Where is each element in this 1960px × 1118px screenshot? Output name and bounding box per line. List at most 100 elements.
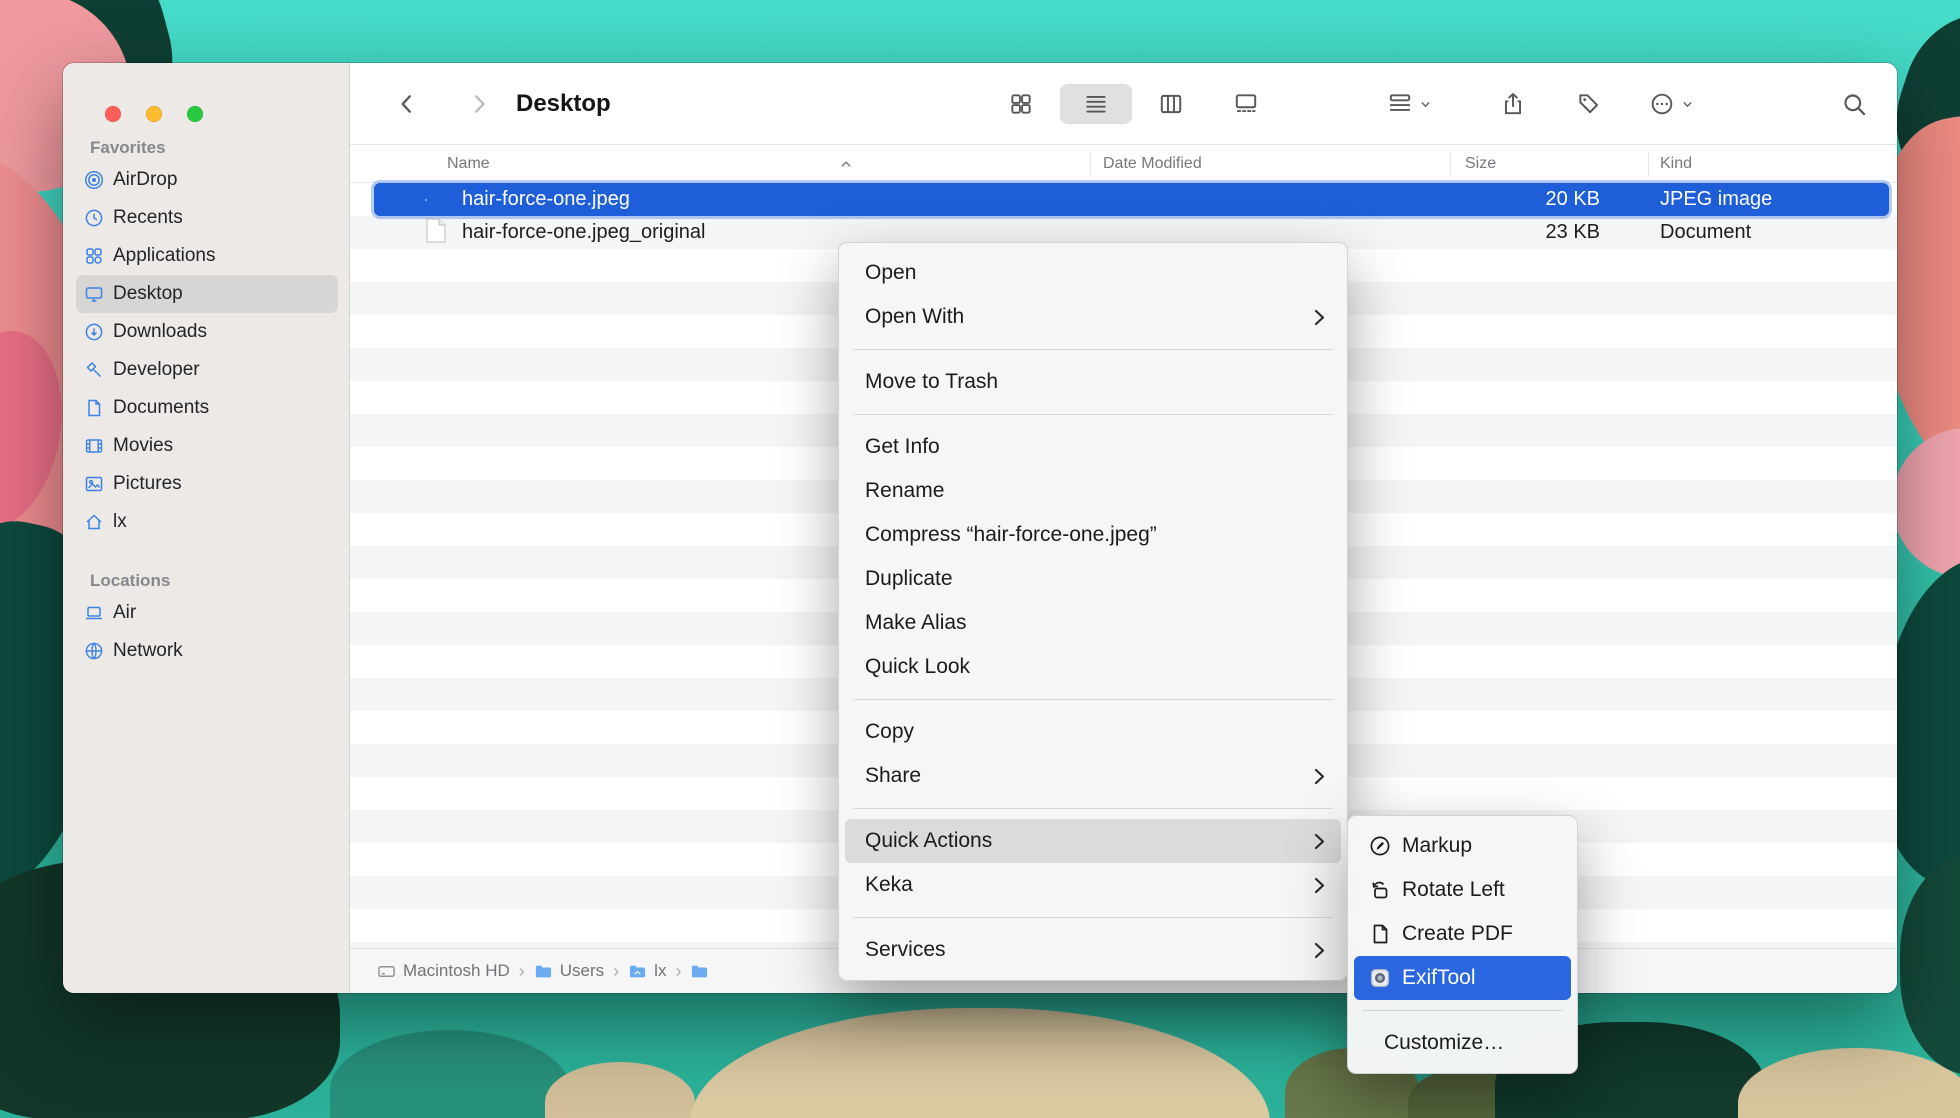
desktop-icon bbox=[83, 283, 105, 305]
quick-actions-submenu: Markup Rotate Left Create PDF ExifTool C… bbox=[1347, 815, 1578, 1074]
minimize-window-button[interactable] bbox=[146, 106, 162, 122]
search-icon[interactable] bbox=[1834, 84, 1874, 124]
sidebar-item-home[interactable]: lx bbox=[76, 503, 338, 541]
breadcrumb-label: Macintosh HD bbox=[403, 961, 510, 981]
menu-item-label: Services bbox=[865, 938, 1314, 962]
more-options-button[interactable] bbox=[1642, 84, 1700, 124]
file-row-selected[interactable]: hair-force-one.jpeg 20 KB JPEG image bbox=[374, 183, 1889, 216]
sidebar-item-network[interactable]: Network bbox=[76, 632, 338, 670]
menu-item-label: Rotate Left bbox=[1402, 878, 1561, 902]
sidebar-item-air[interactable]: Air bbox=[76, 594, 338, 632]
folder-icon bbox=[690, 962, 709, 981]
sidebar-item-label: lx bbox=[113, 511, 127, 533]
exiftool-app-icon bbox=[1368, 966, 1392, 990]
sidebar-item-documents[interactable]: Documents bbox=[76, 389, 338, 427]
menu-item-make-alias[interactable]: Make Alias bbox=[845, 601, 1341, 645]
sidebar-item-label: Developer bbox=[113, 359, 200, 381]
menu-item-label: Share bbox=[865, 764, 1314, 788]
submenu-chevron-icon bbox=[1314, 309, 1325, 326]
menu-separator bbox=[1362, 1010, 1563, 1011]
column-header-kind[interactable]: Kind bbox=[1660, 145, 1692, 183]
file-size: 23 KB bbox=[1546, 216, 1600, 249]
breadcrumb-separator: › bbox=[613, 961, 619, 982]
menu-item-label: ExifTool bbox=[1402, 966, 1561, 990]
gallery-view-button[interactable] bbox=[1210, 84, 1282, 124]
menu-item-duplicate[interactable]: Duplicate bbox=[845, 557, 1341, 601]
file-kind: JPEG image bbox=[1660, 183, 1772, 216]
hammer-icon bbox=[83, 359, 105, 381]
menu-item-label: Quick Actions bbox=[865, 829, 1314, 853]
submenu-item-rotate-left[interactable]: Rotate Left bbox=[1354, 868, 1571, 912]
menu-item-copy[interactable]: Copy bbox=[845, 710, 1341, 754]
sidebar-item-label: Pictures bbox=[113, 473, 182, 495]
submenu-item-markup[interactable]: Markup bbox=[1354, 824, 1571, 868]
submenu-item-exiftool[interactable]: ExifTool bbox=[1354, 956, 1571, 1000]
column-divider[interactable] bbox=[1648, 152, 1649, 175]
disk-icon bbox=[377, 962, 396, 981]
menu-item-move-to-trash[interactable]: Move to Trash bbox=[845, 360, 1341, 404]
breadcrumb-label: Users bbox=[560, 961, 604, 981]
sidebar-item-developer[interactable]: Developer bbox=[76, 351, 338, 389]
menu-item-rename[interactable]: Rename bbox=[845, 469, 1341, 513]
forward-button[interactable] bbox=[462, 84, 496, 124]
share-icon[interactable] bbox=[1496, 84, 1530, 124]
menu-item-quick-look[interactable]: Quick Look bbox=[845, 645, 1341, 689]
icon-view-button[interactable] bbox=[985, 84, 1057, 124]
home-icon bbox=[83, 511, 105, 533]
sidebar-item-label: Applications bbox=[113, 245, 215, 267]
tag-icon[interactable] bbox=[1572, 84, 1606, 124]
sidebar-item-applications[interactable]: Applications bbox=[76, 237, 338, 275]
wallpaper-shape bbox=[1892, 428, 1960, 578]
breadcrumb-current-folder[interactable] bbox=[690, 962, 709, 981]
submenu-item-create-pdf[interactable]: Create PDF bbox=[1354, 912, 1571, 956]
chevron-down-icon bbox=[1419, 98, 1432, 111]
menu-item-quick-actions[interactable]: Quick Actions bbox=[845, 819, 1341, 863]
column-header-date-modified[interactable]: Date Modified bbox=[1103, 145, 1202, 183]
menu-item-services[interactable]: Services bbox=[845, 928, 1341, 972]
breadcrumb-separator: › bbox=[519, 961, 525, 982]
menu-item-open-with[interactable]: Open With bbox=[845, 295, 1341, 339]
wallpaper-shape bbox=[1738, 1048, 1960, 1118]
create-pdf-icon bbox=[1368, 922, 1392, 946]
menu-item-label: Customize… bbox=[1384, 1031, 1555, 1055]
submenu-item-customize[interactable]: Customize… bbox=[1354, 1021, 1571, 1065]
rotate-left-icon bbox=[1368, 878, 1392, 902]
back-button[interactable] bbox=[390, 84, 424, 124]
breadcrumb-macintosh-hd[interactable]: Macintosh HD bbox=[377, 961, 510, 981]
close-window-button[interactable] bbox=[105, 106, 121, 122]
sidebar-item-label: Recents bbox=[113, 207, 183, 229]
sidebar-item-pictures[interactable]: Pictures bbox=[76, 465, 338, 503]
sidebar-item-label: AirDrop bbox=[113, 169, 177, 191]
zoom-window-button[interactable] bbox=[187, 106, 203, 122]
sidebar-item-movies[interactable]: Movies bbox=[76, 427, 338, 465]
menu-item-label: Make Alias bbox=[865, 611, 1325, 635]
sidebar-item-label: Downloads bbox=[113, 321, 207, 343]
menu-item-label: Open bbox=[865, 261, 1325, 285]
column-header-name[interactable]: Name bbox=[447, 145, 490, 183]
sidebar-item-desktop[interactable]: Desktop bbox=[76, 275, 338, 313]
menu-item-share[interactable]: Share bbox=[845, 754, 1341, 798]
sidebar-item-label: Air bbox=[113, 602, 136, 624]
column-divider[interactable] bbox=[1090, 152, 1091, 175]
sidebar-item-recents[interactable]: Recents bbox=[76, 199, 338, 237]
sidebar-item-airdrop[interactable]: AirDrop bbox=[76, 161, 338, 199]
sidebar-item-downloads[interactable]: Downloads bbox=[76, 313, 338, 351]
column-view-button[interactable] bbox=[1135, 84, 1207, 124]
menu-item-open[interactable]: Open bbox=[845, 251, 1341, 295]
menu-item-compress[interactable]: Compress “hair-force-one.jpeg” bbox=[845, 513, 1341, 557]
sidebar-item-label: Desktop bbox=[113, 283, 183, 305]
menu-item-label: Quick Look bbox=[865, 655, 1325, 679]
group-button[interactable] bbox=[1380, 84, 1438, 124]
list-view-button[interactable] bbox=[1060, 84, 1132, 124]
breadcrumb-users[interactable]: Users bbox=[534, 961, 604, 981]
menu-item-get-info[interactable]: Get Info bbox=[845, 425, 1341, 469]
breadcrumb-lx[interactable]: lx bbox=[628, 961, 666, 981]
column-header-size[interactable]: Size bbox=[1465, 145, 1496, 183]
sidebar-sections: Favorites AirDrop Recents Applications D… bbox=[63, 138, 349, 670]
menu-separator bbox=[853, 917, 1333, 918]
applications-icon bbox=[83, 245, 105, 267]
column-divider[interactable] bbox=[1450, 152, 1451, 175]
menu-item-label: Compress “hair-force-one.jpeg” bbox=[865, 523, 1325, 547]
menu-item-keka[interactable]: Keka bbox=[845, 863, 1341, 907]
submenu-chevron-icon bbox=[1314, 768, 1325, 785]
